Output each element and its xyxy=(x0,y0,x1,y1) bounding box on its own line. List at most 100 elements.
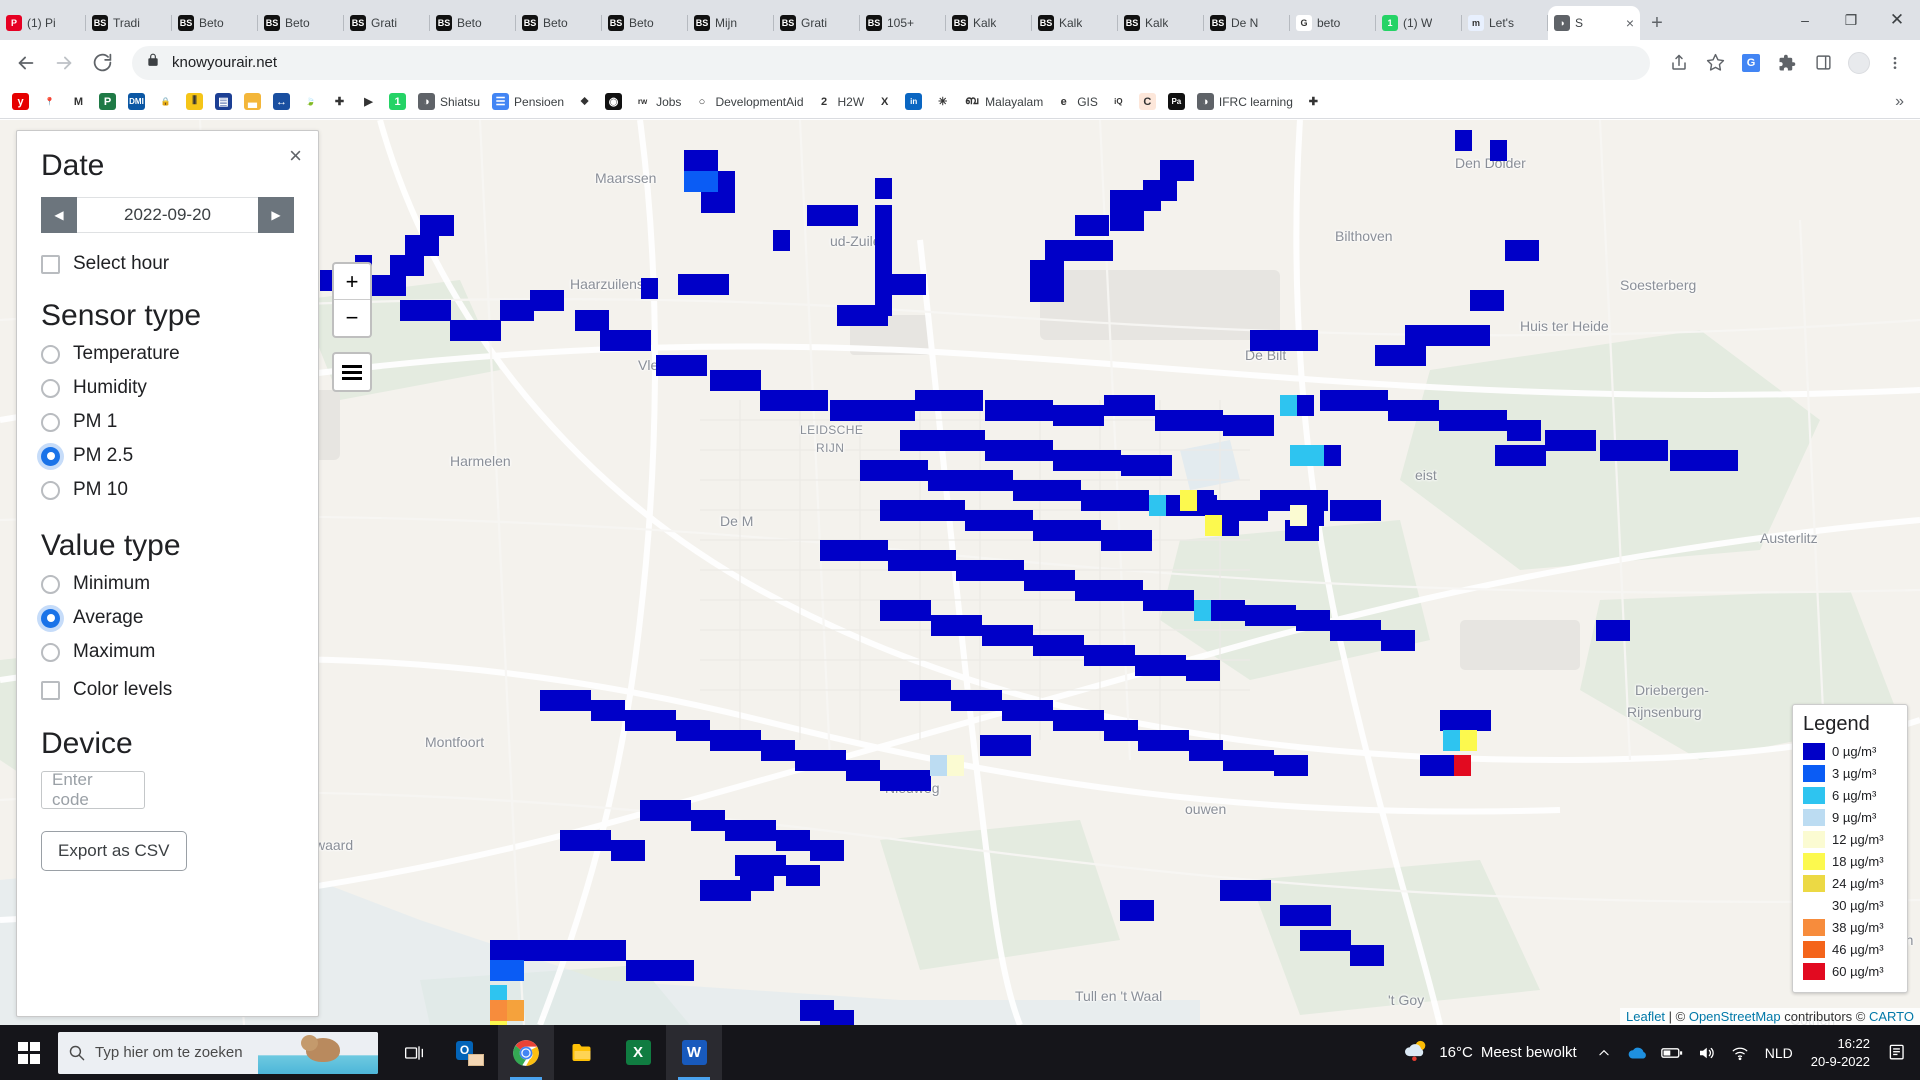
pm25-grid-cell[interactable] xyxy=(1121,395,1138,416)
share-icon[interactable] xyxy=(1662,46,1696,80)
pm25-grid-cell[interactable] xyxy=(863,760,880,781)
pm25-grid-cell[interactable] xyxy=(966,390,983,411)
pm25-grid-cell[interactable] xyxy=(931,500,948,521)
pm25-grid-cell[interactable] xyxy=(490,940,507,961)
pm25-grid-cell[interactable] xyxy=(980,735,997,756)
pm25-grid-cell[interactable] xyxy=(1687,450,1704,471)
pm25-grid-cell[interactable] xyxy=(1007,560,1024,581)
device-code-input[interactable]: Enter code xyxy=(41,770,145,809)
value-type-option-row[interactable]: Minimum xyxy=(41,573,294,595)
pm25-grid-cell[interactable] xyxy=(712,274,729,295)
pm25-grid-cell[interactable] xyxy=(1260,490,1277,511)
pm25-grid-cell[interactable] xyxy=(1138,395,1155,416)
pm25-grid-cell[interactable] xyxy=(1203,660,1220,681)
pm25-grid-cell[interactable] xyxy=(1704,450,1721,471)
pm25-grid-cell[interactable] xyxy=(507,960,524,981)
translate-icon[interactable]: G xyxy=(1734,46,1768,80)
pm25-grid-cell[interactable] xyxy=(939,550,956,571)
pm25-grid-cell[interactable] xyxy=(1495,445,1512,466)
pm25-grid-cell[interactable] xyxy=(1087,710,1104,731)
pm25-grid-cell[interactable] xyxy=(1490,140,1507,161)
minimize-button[interactable]: – xyxy=(1782,0,1828,40)
pm25-grid-cell[interactable] xyxy=(1330,500,1347,521)
pm25-grid-cell[interactable] xyxy=(1617,440,1634,461)
pm25-grid-cell[interactable] xyxy=(1257,415,1274,436)
browser-tab[interactable]: BS Kalk xyxy=(1118,6,1204,40)
pm25-grid-cell[interactable] xyxy=(1084,520,1101,541)
pm25-grid-cell[interactable] xyxy=(837,1010,854,1025)
pm25-grid-cell[interactable] xyxy=(1101,645,1118,666)
select-hour-row[interactable]: Select hour xyxy=(41,253,294,275)
pm25-grid-cell[interactable] xyxy=(708,810,725,831)
pm25-grid-cell[interactable] xyxy=(1721,450,1738,471)
pm25-grid-cell[interactable] xyxy=(417,300,434,321)
bookmark-item[interactable]: e GIS xyxy=(1049,90,1104,113)
pm25-grid-cell[interactable] xyxy=(1160,180,1177,201)
color-levels-checkbox[interactable] xyxy=(41,680,60,700)
pm25-grid-cell[interactable] xyxy=(1337,390,1354,411)
extensions-puzzle-icon[interactable] xyxy=(1770,46,1804,80)
pm25-grid-cell[interactable] xyxy=(1405,400,1422,421)
pm25-grid-cell[interactable] xyxy=(894,460,911,481)
maximize-button[interactable]: ❐ xyxy=(1828,0,1874,40)
pm25-grid-cell[interactable] xyxy=(1470,290,1487,311)
chrome-icon[interactable] xyxy=(498,1025,554,1080)
pm25-grid-cell[interactable] xyxy=(1126,580,1143,601)
sensor-type-option-row[interactable]: PM 1 xyxy=(41,411,294,433)
bookmark-item[interactable]: ◑ Shiatsu xyxy=(412,90,486,113)
task-view-icon[interactable] xyxy=(386,1025,442,1080)
color-levels-row[interactable]: Color levels xyxy=(41,679,294,701)
pm25-grid-cell[interactable] xyxy=(1138,730,1155,751)
pm25-grid-cell[interactable] xyxy=(557,690,574,711)
clock-widget[interactable]: 16:22 20-9-2022 xyxy=(1801,1035,1880,1070)
pm25-grid-cell[interactable] xyxy=(877,460,894,481)
bookmark-item[interactable]: ○ DevelopmentAid xyxy=(687,90,809,113)
pm25-grid-cell[interactable] xyxy=(1186,660,1203,681)
pm25-grid-cell[interactable] xyxy=(1016,625,1033,646)
bookmark-item[interactable]: 1 xyxy=(383,90,412,113)
browser-tab[interactable]: BS Beto xyxy=(602,6,688,40)
pm25-grid-cell[interactable] xyxy=(1002,700,1019,721)
pm25-grid-cell[interactable] xyxy=(1245,605,1262,626)
pm25-grid-cell[interactable] xyxy=(1257,750,1274,771)
pm25-grid-cell[interactable] xyxy=(1280,395,1297,416)
file-explorer-icon[interactable] xyxy=(554,1025,610,1080)
pm25-grid-cell[interactable] xyxy=(1070,405,1087,426)
bookmark-item[interactable]: ✚ xyxy=(325,90,354,113)
pm25-grid-cell[interactable] xyxy=(405,235,422,256)
pm25-grid-cell[interactable] xyxy=(997,735,1014,756)
pm25-grid-cell[interactable] xyxy=(1120,900,1137,921)
browser-tab[interactable]: BS De N xyxy=(1204,6,1290,40)
weather-widget[interactable]: 16°C Meest bewolkt xyxy=(1393,1038,1586,1067)
pm25-grid-cell[interactable] xyxy=(1613,620,1630,641)
value-type-option-row[interactable]: Average xyxy=(41,607,294,629)
pm25-grid-cell[interactable] xyxy=(677,960,694,981)
pm25-grid-cell[interactable] xyxy=(962,470,979,491)
pm25-grid-cell[interactable] xyxy=(1143,590,1160,611)
pm25-grid-cell[interactable] xyxy=(1172,410,1189,431)
reload-icon[interactable] xyxy=(84,45,120,81)
language-indicator[interactable]: NLD xyxy=(1757,1045,1801,1061)
zoom-out-button[interactable]: − xyxy=(334,300,370,336)
pm25-grid-cell[interactable] xyxy=(1104,720,1121,741)
pm25-grid-cell[interactable] xyxy=(786,865,803,886)
pm25-grid-cell[interactable] xyxy=(900,430,917,451)
pm25-grid-cell[interactable] xyxy=(1522,240,1539,261)
pm25-grid-cell[interactable] xyxy=(1118,645,1135,666)
pm25-grid-cell[interactable] xyxy=(773,230,790,251)
pm25-grid-cell[interactable] xyxy=(1152,655,1169,676)
pm25-grid-cell[interactable] xyxy=(965,615,982,636)
pm25-grid-cell[interactable] xyxy=(1473,325,1490,346)
pm25-grid-cell[interactable] xyxy=(1137,900,1154,921)
pm25-grid-cell[interactable] xyxy=(897,600,914,621)
pm25-grid-cell[interactable] xyxy=(1562,430,1579,451)
sensor-type-option-row[interactable]: PM 2.5 xyxy=(41,445,294,467)
pm25-grid-cell[interactable] xyxy=(592,940,609,961)
value-type-radio[interactable] xyxy=(41,608,60,628)
pm25-grid-cell[interactable] xyxy=(1138,455,1155,476)
pm25-grid-cell[interactable] xyxy=(1375,345,1392,366)
pm25-grid-cell[interactable] xyxy=(1443,730,1460,751)
pm25-grid-cell[interactable] xyxy=(914,600,931,621)
pm25-grid-cell[interactable] xyxy=(1081,490,1098,511)
pm25-grid-cell[interactable] xyxy=(1505,240,1522,261)
